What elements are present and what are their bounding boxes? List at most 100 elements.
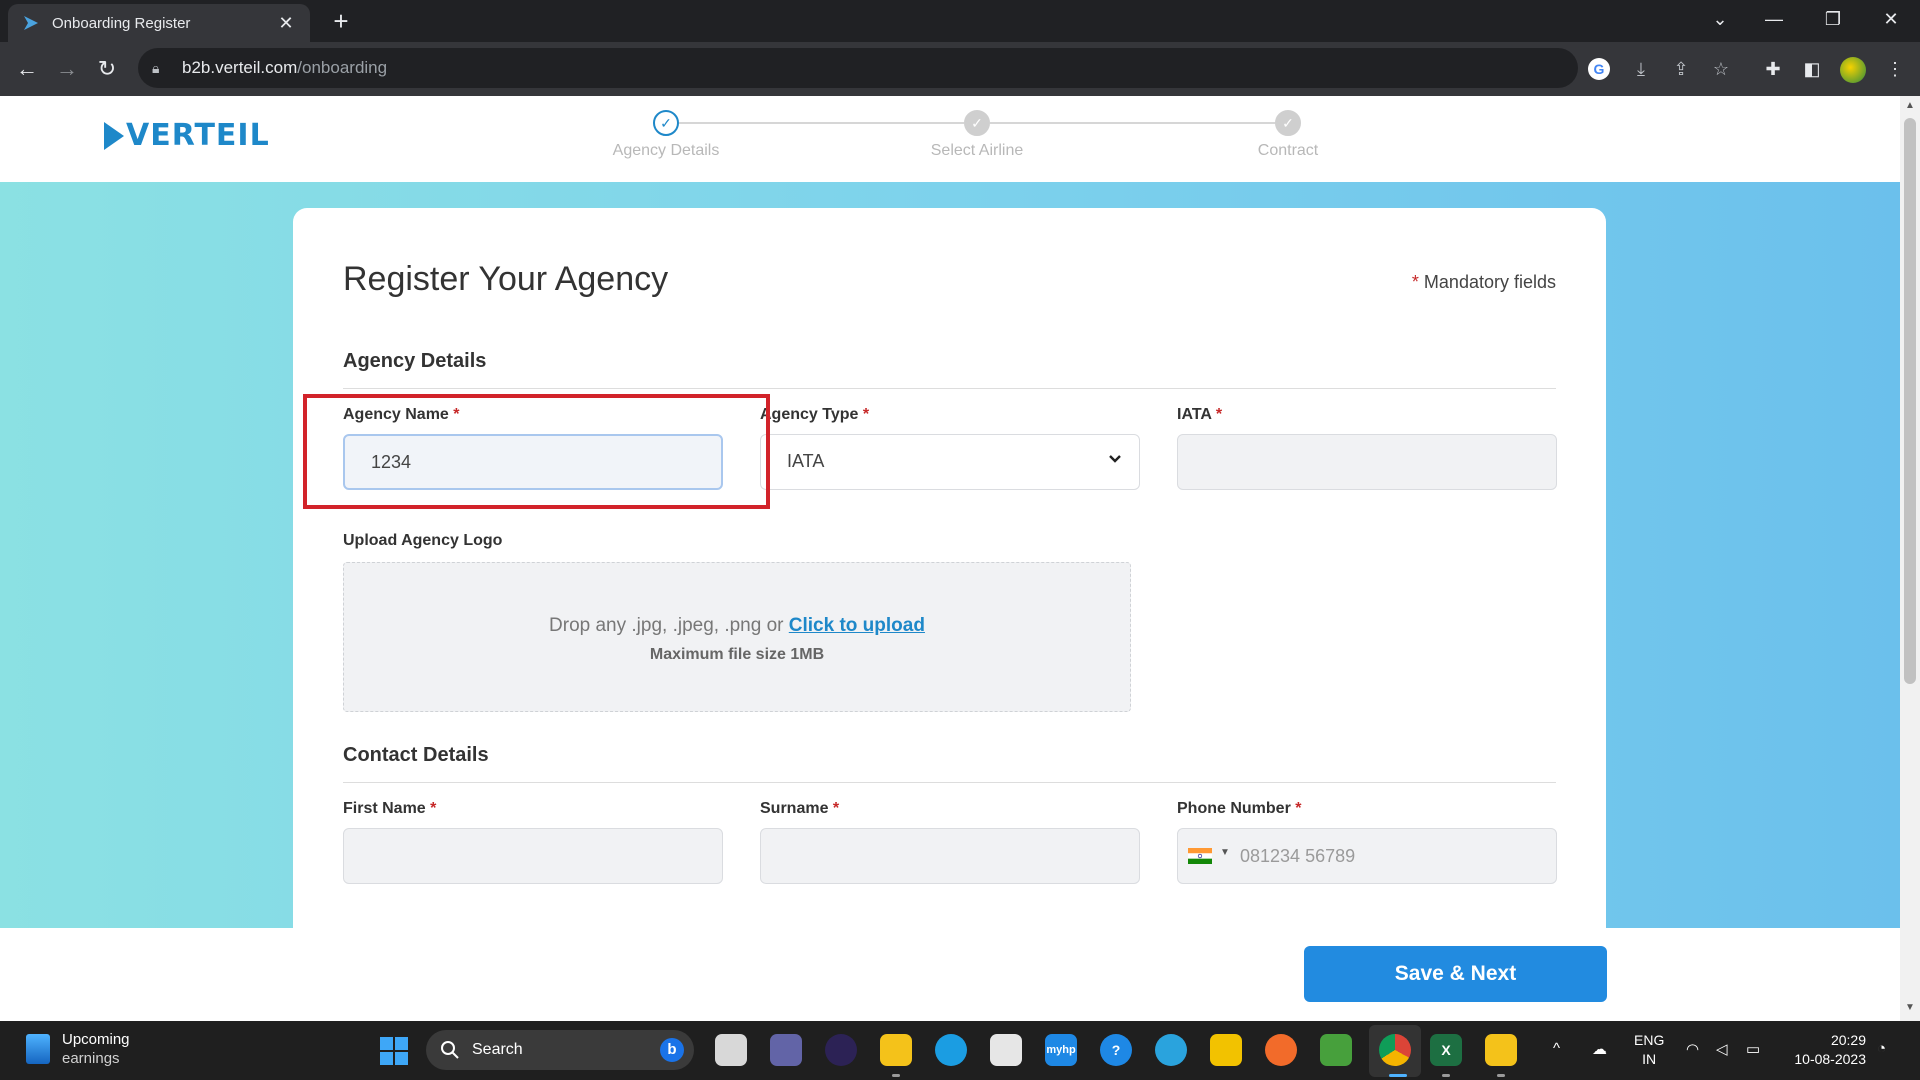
language-indicator[interactable]: ENG IN xyxy=(1634,1031,1664,1069)
back-icon[interactable]: ← xyxy=(12,54,42,84)
running-indicator xyxy=(1497,1074,1505,1077)
telegram-icon[interactable] xyxy=(1155,1034,1187,1066)
teams-chat-icon[interactable] xyxy=(770,1034,802,1066)
weather-subtitle: earnings xyxy=(62,1050,120,1067)
step-3-label: Contract xyxy=(1257,142,1319,159)
step-3-check-icon: ✓ xyxy=(1275,110,1301,136)
battery-icon[interactable]: ▭ xyxy=(1746,1040,1760,1058)
contact-details-heading: Contact Details xyxy=(343,744,489,766)
bookmark-star-icon[interactable]: ☆ xyxy=(1708,56,1734,82)
stocks-icon xyxy=(26,1034,50,1064)
chrome-icon[interactable] xyxy=(1379,1034,1411,1066)
register-card: Register Your Agency * Mandatory fields … xyxy=(293,208,1606,968)
running-indicator xyxy=(892,1074,900,1077)
page-title: Register Your Agency xyxy=(343,260,669,298)
volume-icon[interactable]: ◁ xyxy=(1716,1040,1728,1058)
close-window-icon[interactable]: ✕ xyxy=(1871,4,1911,34)
browser-tab-bar: Onboarding Register ✕ + ⌄ — ❐ ✕ xyxy=(0,0,1920,42)
phone-number-label-text: Phone Number xyxy=(1177,800,1291,817)
reload-icon[interactable]: ↻ xyxy=(92,54,122,84)
notification-bell-icon[interactable]: ◔ xyxy=(1877,1040,1886,1057)
clock-date: 10-08-2023 xyxy=(1794,1051,1866,1067)
browser-toolbar: ← → ↻ 🔒︎ b2b.verteil.com/onboarding G ⤓ … xyxy=(0,42,1920,96)
help-icon[interactable]: ? xyxy=(1100,1034,1132,1066)
first-name-label: First Name * xyxy=(343,800,436,818)
url-path: /onboarding xyxy=(297,58,388,77)
agency-type-label: Agency Type * xyxy=(760,406,869,424)
iata-label-text: IATA xyxy=(1177,406,1212,423)
google-lens-icon[interactable]: G xyxy=(1588,58,1610,80)
logo-upload-dropzone[interactable]: Drop any .jpg, .jpeg, .png or Click to u… xyxy=(343,562,1131,712)
phone-number-input[interactable]: ▼ 081234 56789 xyxy=(1177,828,1557,884)
phone-number-label: Phone Number * xyxy=(1177,800,1301,818)
upload-max-size: Maximum file size 1MB xyxy=(649,646,825,663)
windows-start-icon[interactable] xyxy=(380,1037,408,1065)
step-1-check-icon: ✓ xyxy=(653,110,679,136)
iata-label: IATA * xyxy=(1177,406,1222,424)
task-view-icon[interactable] xyxy=(715,1034,747,1066)
profile-avatar[interactable] xyxy=(1840,57,1866,83)
new-tab-icon[interactable]: + xyxy=(326,6,356,36)
snipping-tool-icon[interactable] xyxy=(1210,1034,1242,1066)
required-star: * xyxy=(1295,800,1302,817)
scroll-thumb[interactable] xyxy=(1904,118,1916,684)
system-clock[interactable]: 20:29 10-08-2023 xyxy=(1782,1031,1866,1069)
taskbar-search[interactable]: Search b xyxy=(426,1030,694,1070)
browser-tab[interactable]: Onboarding Register ✕ xyxy=(8,4,310,42)
running-indicator xyxy=(1442,1074,1450,1077)
address-bar[interactable]: 🔒︎ b2b.verteil.com/onboarding G ⤓ ⇪ ☆ xyxy=(138,48,1729,88)
eclipse-icon[interactable] xyxy=(825,1034,857,1066)
mandatory-note-text: Mandatory fields xyxy=(1423,272,1556,292)
first-name-input[interactable] xyxy=(343,828,723,884)
verteil-favicon-icon xyxy=(24,16,38,30)
windows-taskbar: Upcoming earnings Search b myhp ? X ^ ☁ E… xyxy=(0,1021,1920,1080)
scroll-up-icon[interactable]: ▲ xyxy=(1900,100,1920,111)
ms-store-icon[interactable] xyxy=(990,1034,1022,1066)
section-divider xyxy=(343,782,1556,783)
surname-label: Surname * xyxy=(760,800,839,818)
agency-details-heading: Agency Details xyxy=(343,350,487,372)
chrome-menu-icon[interactable]: ⋮ xyxy=(1880,54,1910,84)
india-flag-icon[interactable] xyxy=(1188,848,1212,864)
lock-icon: 🔒︎ xyxy=(152,59,160,76)
click-to-upload-link[interactable]: Click to upload xyxy=(789,615,925,636)
upload-hint: Drop any .jpg, .jpeg, .png or Click to u… xyxy=(344,615,1130,637)
extensions-icon[interactable]: ✚ xyxy=(1758,54,1788,84)
tray-overflow-icon[interactable]: ^ xyxy=(1553,1040,1560,1057)
bing-icon[interactable]: b xyxy=(660,1038,684,1062)
minimize-icon[interactable]: — xyxy=(1754,4,1794,34)
share-icon[interactable]: ⇪ xyxy=(1668,56,1694,82)
clock-time: 20:29 xyxy=(1830,1032,1866,1048)
save-next-button[interactable]: Save & Next xyxy=(1304,946,1607,1002)
onedrive-icon[interactable]: ☁ xyxy=(1592,1040,1607,1058)
page-viewport: VERTEIL ✓ Agency Details ✓ Select Airlin… xyxy=(0,96,1900,1021)
nodejs-icon[interactable] xyxy=(1320,1034,1352,1066)
country-caret-icon[interactable]: ▼ xyxy=(1220,847,1230,858)
edge-icon[interactable] xyxy=(935,1034,967,1066)
page-scrollbar[interactable]: ▲ ▼ xyxy=(1900,96,1920,1021)
tab-search-chevron-icon[interactable]: ⌄ xyxy=(1700,4,1740,34)
scroll-down-icon[interactable]: ▼ xyxy=(1900,1002,1920,1013)
forward-icon[interactable]: → xyxy=(52,54,82,84)
wifi-icon[interactable]: ◠ xyxy=(1686,1040,1699,1058)
surname-label-text: Surname xyxy=(760,800,829,817)
step-connector xyxy=(990,122,1288,124)
side-panel-icon[interactable]: ◧ xyxy=(1797,54,1827,84)
upload-logo-label: Upload Agency Logo xyxy=(343,532,503,549)
iata-input[interactable] xyxy=(1177,434,1557,490)
postman-icon[interactable] xyxy=(1265,1034,1297,1066)
surname-input[interactable] xyxy=(760,828,1140,884)
agency-type-select[interactable]: IATA xyxy=(760,434,1140,490)
tab-title: Onboarding Register xyxy=(52,14,191,32)
file-explorer-icon[interactable] xyxy=(880,1034,912,1066)
excel-icon[interactable]: X xyxy=(1430,1034,1462,1066)
restore-icon[interactable]: ❐ xyxy=(1813,4,1853,34)
weather-widget[interactable]: Upcoming earnings xyxy=(26,1030,130,1068)
tab-close-icon[interactable]: ✕ xyxy=(276,13,296,34)
myhp-icon[interactable]: myhp xyxy=(1045,1034,1077,1066)
install-app-icon[interactable]: ⤓ xyxy=(1628,56,1654,82)
required-star: * xyxy=(832,800,840,817)
step-1-label: Agency Details xyxy=(612,142,720,159)
file-manager-icon[interactable] xyxy=(1485,1034,1517,1066)
search-icon xyxy=(441,1041,459,1059)
